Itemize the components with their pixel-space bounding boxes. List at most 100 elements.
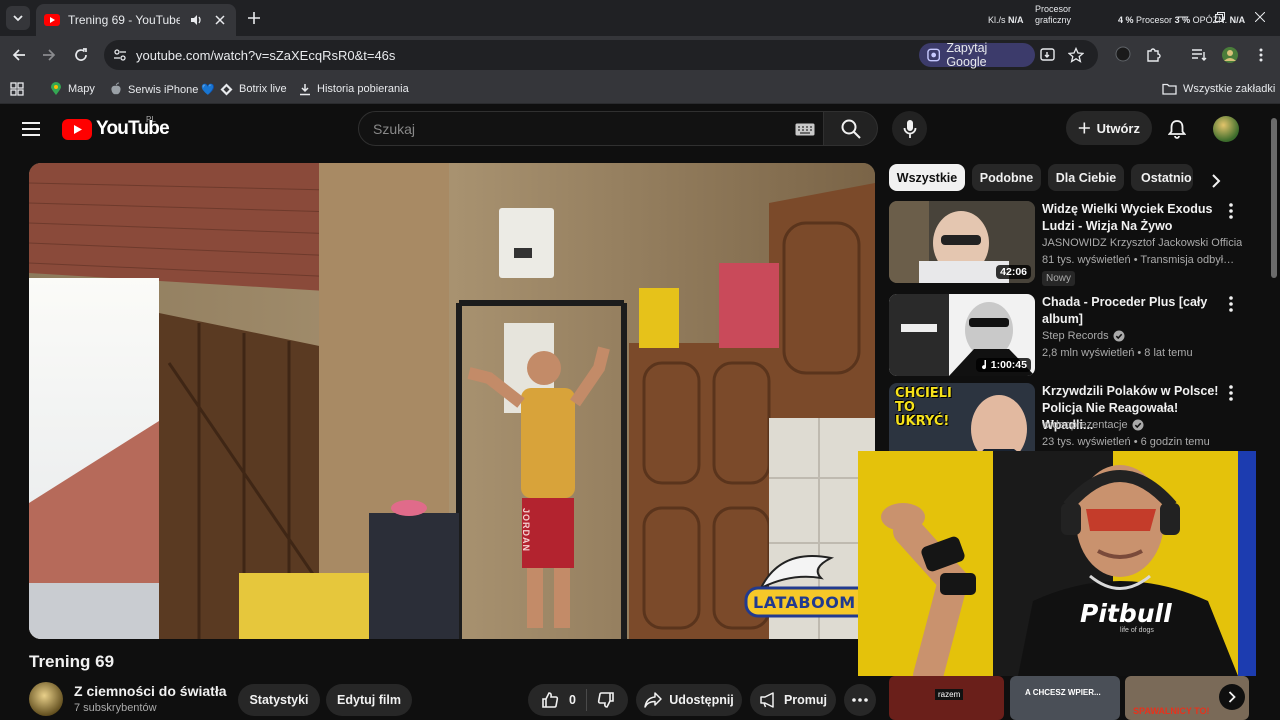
bookmark-star-icon[interactable] bbox=[1066, 45, 1086, 65]
recommendation-channel[interactable]: Step Records bbox=[1042, 330, 1242, 342]
scrollbar-thumb[interactable] bbox=[1271, 118, 1277, 278]
channel-avatar[interactable] bbox=[29, 682, 63, 716]
bookmark-download-history[interactable]: Historia pobierania bbox=[299, 80, 409, 98]
close-window-button[interactable] bbox=[1251, 8, 1269, 26]
recommendation-title[interactable]: Widzę Wielki Wyciek Exodus Ludzi - Wizja… bbox=[1042, 201, 1224, 235]
site-info-icon[interactable] bbox=[110, 45, 130, 65]
reload-icon bbox=[75, 48, 87, 61]
youtube-logo[interactable]: YouTube PL bbox=[62, 115, 170, 140]
search-button[interactable] bbox=[824, 111, 878, 146]
extensions-puzzle-icon[interactable] bbox=[1142, 44, 1164, 66]
account-avatar[interactable] bbox=[1213, 116, 1239, 142]
share-button[interactable]: Udostępnij bbox=[636, 684, 742, 716]
restore-button[interactable] bbox=[1211, 8, 1229, 26]
tab-search-button[interactable] bbox=[6, 6, 30, 30]
promote-button[interactable]: Promuj bbox=[750, 684, 836, 716]
bookmark-maps-label: Mapy bbox=[68, 83, 95, 95]
video-title: Trening 69 bbox=[29, 652, 115, 671]
all-bookmarks[interactable]: Wszystkie zakładki bbox=[1162, 80, 1275, 98]
search-input[interactable]: Szukaj bbox=[358, 111, 824, 146]
edit-video-button[interactable]: Edytuj film bbox=[326, 684, 412, 716]
guide-menu-button[interactable] bbox=[18, 116, 44, 142]
plus-icon bbox=[1078, 122, 1090, 134]
reading-list-icon[interactable] bbox=[1188, 44, 1210, 66]
create-label: Utwórz bbox=[1096, 120, 1140, 136]
like-divider bbox=[585, 689, 587, 711]
recommendation-item[interactable]: 1:00:45 Chada - Proceder Plus [cały albu… bbox=[889, 294, 1249, 378]
chip-for-you[interactable]: Dla Ciebie bbox=[1048, 164, 1124, 191]
search-icon bbox=[841, 119, 861, 139]
recommendation-more-button[interactable] bbox=[1223, 294, 1239, 314]
thumbs-up-icon[interactable] bbox=[541, 691, 559, 709]
bookmark-botrix[interactable]: Botrix live bbox=[220, 80, 287, 98]
page-scrollbar[interactable] bbox=[1268, 104, 1280, 720]
shorts-shelf: razem A CHCESZ WPIER... SPAWALNICY TO! bbox=[889, 676, 1249, 720]
like-dislike-group: 0 bbox=[528, 684, 628, 716]
new-tab-button[interactable] bbox=[244, 8, 264, 28]
chip-all[interactable]: Wszystkie bbox=[889, 164, 965, 191]
thumbs-down-icon[interactable] bbox=[597, 691, 615, 709]
analytics-button[interactable]: Statystyki bbox=[238, 684, 320, 716]
bookmarks-bar: Mapy Serwis iPhone 💙 Botrix live Histori… bbox=[0, 74, 1280, 104]
search-placeholder: Szukaj bbox=[373, 121, 416, 137]
url-text[interactable]: youtube.com/watch?v=sZaXEcqRsR0&t=46s bbox=[136, 48, 395, 63]
shelf-next-button[interactable] bbox=[1219, 684, 1245, 710]
channel-name[interactable]: Z ciemności do światła bbox=[74, 683, 227, 699]
lataboom-sticker: LATABOOM bbox=[741, 548, 875, 628]
voice-search-button[interactable] bbox=[892, 111, 927, 146]
perf-fps: Kl./s N/A bbox=[988, 15, 1024, 26]
minimize-button[interactable] bbox=[1174, 8, 1192, 26]
browser-tab[interactable]: Trening 69 - YouTube bbox=[36, 4, 236, 36]
recommendation-thumbnail[interactable]: 42:06 bbox=[889, 201, 1035, 283]
video-duration: 42:06 bbox=[996, 265, 1031, 279]
recommendation-channel[interactable]: JASNOWIDZ Krzysztof Jackowski Official bbox=[1042, 237, 1242, 249]
forward-button[interactable] bbox=[38, 44, 60, 66]
jersey-text: JORDAN bbox=[521, 508, 531, 553]
recommendation-channel[interactable]: wideoprezentacje bbox=[1042, 419, 1242, 431]
chevron-right-icon bbox=[1212, 174, 1221, 188]
bookmark-iphone-service[interactable]: Serwis iPhone 💙 bbox=[110, 80, 215, 98]
video-duration-text: 1:00:45 bbox=[990, 359, 1027, 371]
video-duration: 1:00:45 bbox=[975, 358, 1031, 372]
short-thumbnail[interactable]: razem bbox=[889, 676, 1004, 720]
notifications-button[interactable] bbox=[1164, 116, 1190, 142]
short-thumbnail[interactable]: A CHCESZ WPIER... bbox=[1010, 676, 1120, 720]
shirt-sub-text: life of dogs bbox=[1120, 627, 1154, 634]
megaphone-icon bbox=[760, 692, 774, 708]
recommendation-more-button[interactable] bbox=[1223, 383, 1239, 403]
promote-label: Promuj bbox=[783, 693, 828, 707]
ask-google-label: Zapytaj Google bbox=[946, 41, 988, 69]
more-actions-button[interactable] bbox=[844, 684, 876, 716]
bookmark-maps[interactable]: Mapy bbox=[50, 80, 95, 98]
youtube-logo-text: YouTube bbox=[96, 118, 170, 139]
close-tab-icon[interactable] bbox=[212, 12, 228, 28]
browser-menu-icon[interactable] bbox=[1250, 44, 1272, 66]
keyboard-icon[interactable] bbox=[795, 123, 815, 136]
recommendation-title[interactable]: Chada - Proceder Plus [cały album] bbox=[1042, 294, 1224, 328]
short-caption: SPAWALNICY TO! bbox=[1133, 706, 1210, 716]
recommendation-more-button[interactable] bbox=[1223, 201, 1239, 221]
profile-avatar-icon[interactable] bbox=[1219, 44, 1241, 66]
bookmark-iphone-label: Serwis iPhone 💙 bbox=[128, 83, 216, 96]
chip-recent[interactable]: Ostatnio bbox=[1131, 164, 1193, 191]
download-icon bbox=[300, 83, 310, 95]
install-app-icon[interactable] bbox=[1038, 45, 1058, 65]
chips-next-button[interactable] bbox=[1204, 169, 1228, 193]
recommendation-item[interactable]: 42:06 Widzę Wielki Wyciek Exodus Ludzi -… bbox=[889, 201, 1249, 286]
short-caption: A CHCESZ WPIER... bbox=[1025, 688, 1101, 697]
maps-pin-icon bbox=[51, 82, 61, 95]
back-button[interactable] bbox=[8, 44, 30, 66]
apps-grid-icon[interactable] bbox=[10, 80, 24, 98]
extension-icon[interactable] bbox=[1112, 44, 1134, 66]
address-bar[interactable]: youtube.com/watch?v=sZaXEcqRsR0&t=46s Za… bbox=[104, 40, 1098, 70]
youtube-favicon-icon bbox=[44, 12, 60, 28]
folder-icon bbox=[1162, 83, 1177, 95]
audio-playing-icon[interactable] bbox=[188, 12, 204, 28]
video-player[interactable]: LATABOOM JORDAN bbox=[29, 163, 875, 639]
recommendation-thumbnail[interactable]: 1:00:45 bbox=[889, 294, 1035, 376]
tab-title: Trening 69 - YouTube bbox=[68, 13, 180, 27]
reload-button[interactable] bbox=[70, 44, 92, 66]
chip-related[interactable]: Podobne bbox=[972, 164, 1041, 191]
ask-google-button[interactable]: Zapytaj Google bbox=[919, 41, 1035, 69]
create-button[interactable]: Utwórz bbox=[1066, 111, 1152, 145]
